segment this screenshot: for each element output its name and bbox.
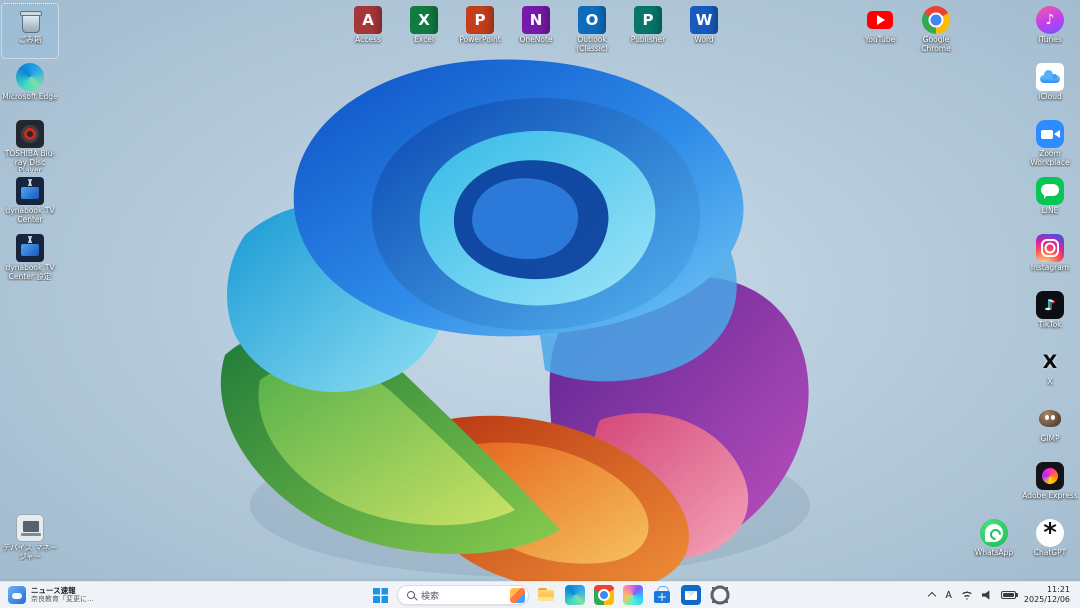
desktop-icon-gimp[interactable]: GIMP — [1022, 403, 1078, 457]
desktop-icons-left-bottom: デバイス マネージャー — [2, 512, 58, 566]
desktop-icon-whatsapp[interactable]: WhatsApp — [966, 517, 1022, 571]
taskbar: ニュース速報 奈良教育「変更に… 検索 A — [0, 581, 1080, 608]
taskbar-button-edge[interactable] — [562, 583, 587, 608]
youtube-icon — [866, 6, 894, 34]
chrome-icon — [922, 6, 950, 34]
desktop-icon-dynabook-tv-center[interactable]: dynabook TV Center — [2, 175, 58, 229]
taskbar-button-store[interactable] — [649, 583, 674, 608]
copilot-icon — [623, 585, 643, 605]
desktop-icon-dynabook-tv-center-settings[interactable]: dynabook TV Center 設定 — [2, 232, 58, 286]
battery-icon[interactable] — [1001, 591, 1016, 599]
gimp-icon — [1036, 405, 1064, 433]
adobe-express-icon — [1036, 462, 1064, 490]
chrome-icon — [594, 585, 614, 605]
desktop-icon-chatgpt[interactable]: ChatGPT — [1022, 517, 1078, 571]
tiktok-icon — [1036, 291, 1064, 319]
edge-icon — [16, 63, 44, 91]
desktop-icon-youtube[interactable]: YouTube — [852, 4, 908, 58]
widgets-weather-icon — [8, 586, 26, 604]
desktop-icon-google-chrome[interactable]: Google Chrome — [908, 4, 964, 58]
tray-time: 11:21 — [1024, 585, 1070, 595]
itunes-icon — [1036, 6, 1064, 34]
widgets-button[interactable]: ニュース速報 奈良教育「変更に… — [0, 582, 102, 608]
desktop-icon-outlook-classic[interactable]: O Outlook (Classic) — [564, 4, 620, 58]
bluray-icon — [16, 120, 44, 148]
search-placeholder: 検索 — [421, 589, 504, 602]
desktop-icon-powerpoint[interactable]: P PowerPoint — [452, 4, 508, 58]
taskbar-button-settings[interactable] — [707, 583, 732, 608]
x-icon: X — [1036, 348, 1064, 376]
desktop-icon-microsoft-edge[interactable]: Microsoft Edge — [2, 61, 58, 115]
line-icon — [1036, 177, 1064, 205]
search-box[interactable]: 検索 — [397, 585, 529, 605]
desktop-icon-publisher[interactable]: P Publisher — [620, 4, 676, 58]
folder-icon — [536, 585, 556, 605]
device-icon — [16, 514, 44, 542]
ime-indicator[interactable]: A — [945, 590, 952, 601]
desktop-icon-instagram[interactable]: Instagram — [1022, 232, 1078, 286]
icloud-icon — [1036, 63, 1064, 91]
desktop-icon-icloud[interactable]: iCloud — [1022, 61, 1078, 115]
whatsapp-icon — [980, 519, 1008, 547]
clock[interactable]: 11:21 2025/12/06 — [1024, 585, 1070, 606]
desktop-icons-office-row: A Access X Excel P PowerPoint N OneNote … — [340, 4, 732, 58]
tray-date: 2025/12/06 — [1024, 595, 1070, 605]
desktop-icon-device-manager[interactable]: デバイス マネージャー — [2, 512, 58, 566]
desktop-icon-excel[interactable]: X Excel — [396, 4, 452, 58]
settings-icon — [710, 585, 730, 605]
volume-icon[interactable] — [982, 590, 993, 601]
taskbar-button-outlook[interactable] — [678, 583, 703, 608]
tray-overflow-chevron-icon[interactable] — [927, 590, 937, 600]
desktop-icons-web-row: YouTube Google Chrome — [852, 4, 964, 58]
desktop-icon-recycle-bin[interactable]: ごみ箱 — [2, 4, 58, 58]
desktop-icon-line[interactable]: LINE — [1022, 175, 1078, 229]
widget-subtext: 奈良教育「変更に… — [31, 595, 94, 604]
desktop-icon-word[interactable]: W Word — [676, 4, 732, 58]
search-highlights-icon — [510, 588, 525, 603]
desktop-icon-onenote[interactable]: N OneNote — [508, 4, 564, 58]
outlook-app-icon — [681, 585, 701, 605]
desktop-icon-adobe-express[interactable]: Adobe Express — [1022, 460, 1078, 514]
desktop-icons-right-column: iTunes iCloud Zoom Workplace LINE Instag… — [1022, 4, 1078, 571]
tv-icon — [16, 177, 44, 205]
desktop-icon-toshiba-bluray[interactable]: TOSHIBA Blu-ray Disc Player — [2, 118, 58, 172]
recycle-bin-icon — [16, 6, 44, 34]
taskbar-button-file-explorer[interactable] — [533, 583, 558, 608]
desktop-icon-x[interactable]: X X — [1022, 346, 1078, 400]
desktop-icon-zoom-workplace[interactable]: Zoom Workplace — [1022, 118, 1078, 172]
widget-headline: ニュース速報 — [31, 586, 94, 595]
desktop-icon-access[interactable]: A Access — [340, 4, 396, 58]
wifi-icon[interactable] — [960, 590, 974, 600]
taskbar-button-copilot[interactable] — [620, 583, 645, 608]
tv-icon — [16, 234, 44, 262]
zoom-icon — [1036, 120, 1064, 148]
taskbar-center: 検索 — [368, 582, 732, 608]
search-icon — [407, 591, 415, 599]
desktop-icon-itunes[interactable]: iTunes — [1022, 4, 1078, 58]
edge-icon — [565, 585, 585, 605]
desktop-icon-tiktok[interactable]: TikTok — [1022, 289, 1078, 343]
office-icon: X — [410, 6, 438, 34]
taskbar-button-chrome[interactable] — [591, 583, 616, 608]
windows-logo-icon — [373, 588, 388, 603]
taskbar-pinned-icons — [533, 583, 732, 608]
start-button[interactable] — [368, 583, 393, 608]
desktop[interactable]: ごみ箱 Microsoft Edge TOSHIBA Blu-ray Disc … — [0, 0, 1080, 608]
office-icon: P — [466, 6, 494, 34]
wallpaper-bloom — [0, 0, 1080, 608]
office-icon: P — [634, 6, 662, 34]
office-icon: A — [354, 6, 382, 34]
chatgpt-icon — [1036, 519, 1064, 547]
office-icon: O — [578, 6, 606, 34]
system-tray: A 11:21 2025/12/06 — [917, 582, 1080, 608]
office-icon: N — [522, 6, 550, 34]
store-icon — [652, 585, 672, 605]
instagram-icon — [1036, 234, 1064, 262]
office-icon: W — [690, 6, 718, 34]
desktop-icons-left-column: ごみ箱 Microsoft Edge TOSHIBA Blu-ray Disc … — [2, 4, 58, 286]
desktop-icons-whatsapp: WhatsApp — [966, 517, 1022, 571]
